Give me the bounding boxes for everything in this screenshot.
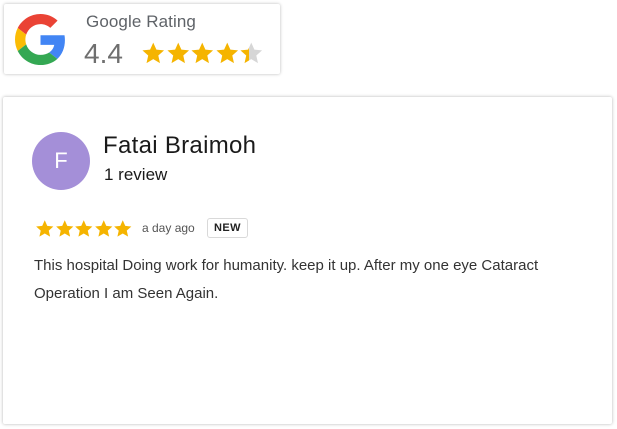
star-icon [114, 220, 132, 237]
avatar[interactable]: F [32, 132, 90, 190]
review-card: F Fatai Braimoh 1 review a day ago NEW T… [3, 97, 612, 424]
google-rating-badge[interactable]: Google Rating 4.4 [4, 4, 280, 74]
reviewer-name[interactable]: Fatai Braimoh [103, 132, 256, 160]
star-icon [36, 220, 54, 237]
review-time: a day ago [142, 221, 195, 235]
star-icon [215, 42, 238, 64]
star-icon [166, 42, 189, 64]
new-badge: NEW [207, 218, 248, 238]
rating-title: Google Rating [86, 12, 196, 31]
review-text: This hospital Doing work for humanity. k… [34, 257, 539, 302]
star-icon [240, 42, 263, 64]
star-icon [94, 220, 112, 237]
star-icon [191, 42, 214, 64]
rating-score: 4.4 [84, 38, 123, 69]
review-stars [35, 219, 133, 239]
google-g-icon [15, 14, 65, 65]
rating-stars [141, 41, 264, 67]
star-icon [55, 220, 73, 237]
star-icon [142, 42, 165, 64]
review-count: 1 review [104, 165, 168, 184]
star-icon [75, 220, 93, 237]
